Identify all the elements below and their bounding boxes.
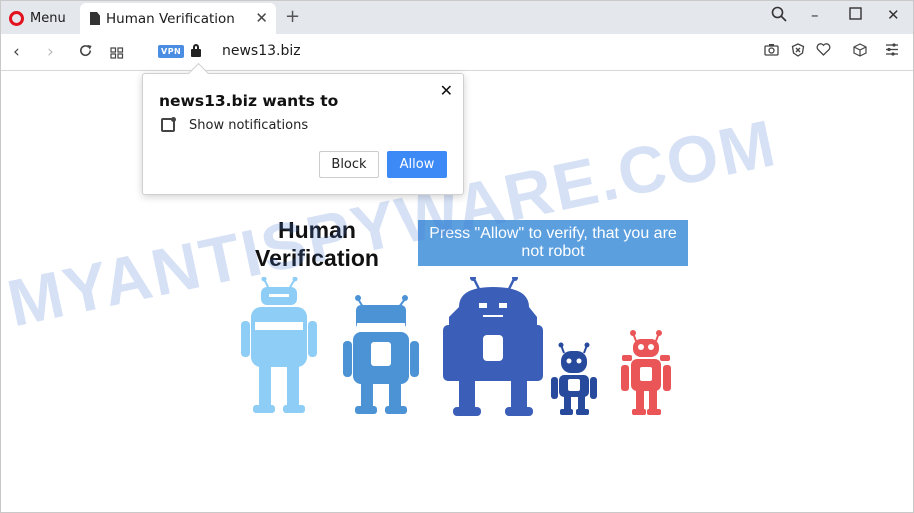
popup-description: Show notifications (189, 118, 309, 133)
active-tab[interactable]: Human Verification ✕ (80, 3, 276, 34)
adblock-shield-icon[interactable] (791, 43, 805, 61)
vpn-badge[interactable]: VPN (158, 45, 185, 58)
camera-icon[interactable] (764, 43, 779, 60)
robot-light-blue (241, 277, 317, 413)
minimize-icon[interactable]: – (811, 6, 819, 24)
back-icon[interactable]: ‹ (13, 42, 20, 62)
menu-label: Menu (30, 10, 66, 26)
notification-permission-popup: news13.biz wants to ✕ Show notifications… (142, 73, 464, 195)
opera-menu-button[interactable]: Menu (9, 7, 66, 29)
close-window-icon[interactable]: ✕ (887, 6, 900, 24)
page-headline: Human Verification (255, 217, 379, 271)
tab-close-icon[interactable]: ✕ (255, 9, 268, 27)
robot-navy (551, 342, 597, 415)
document-icon (90, 12, 100, 25)
browser-window: Menu Human Verification ✕ + – ✕ ‹ › VPN … (0, 0, 914, 513)
robots-illustration (241, 277, 671, 416)
opera-logo-icon (9, 10, 24, 26)
block-button[interactable]: Block (319, 151, 379, 178)
easy-setup-icon[interactable] (885, 43, 899, 60)
cube-icon[interactable] (853, 43, 867, 61)
instruction-box: Press "Allow" to verify, that you are no… (418, 220, 688, 266)
robot-mid-blue (343, 295, 419, 414)
lock-icon[interactable] (191, 44, 201, 57)
search-tabs-icon[interactable] (771, 6, 787, 26)
tab-title: Human Verification (106, 10, 235, 27)
reload-icon[interactable] (78, 43, 93, 63)
robot-dark-blue (443, 277, 543, 416)
maximize-icon[interactable] (849, 6, 862, 24)
heart-icon[interactable] (816, 43, 831, 60)
allow-button[interactable]: Allow (387, 151, 447, 178)
new-tab-icon[interactable]: + (285, 6, 300, 27)
address-toolbar: ‹ › VPN news13.biz (1, 34, 913, 71)
popup-close-icon[interactable]: ✕ (440, 81, 453, 100)
tab-grid-icon[interactable] (110, 44, 124, 64)
popup-title: news13.biz wants to (159, 92, 339, 110)
notification-icon (161, 117, 176, 132)
tab-strip: Menu Human Verification ✕ + – ✕ (1, 1, 913, 34)
robot-red (621, 330, 671, 415)
forward-icon[interactable]: › (47, 42, 54, 62)
address-url[interactable]: news13.biz (222, 43, 301, 59)
